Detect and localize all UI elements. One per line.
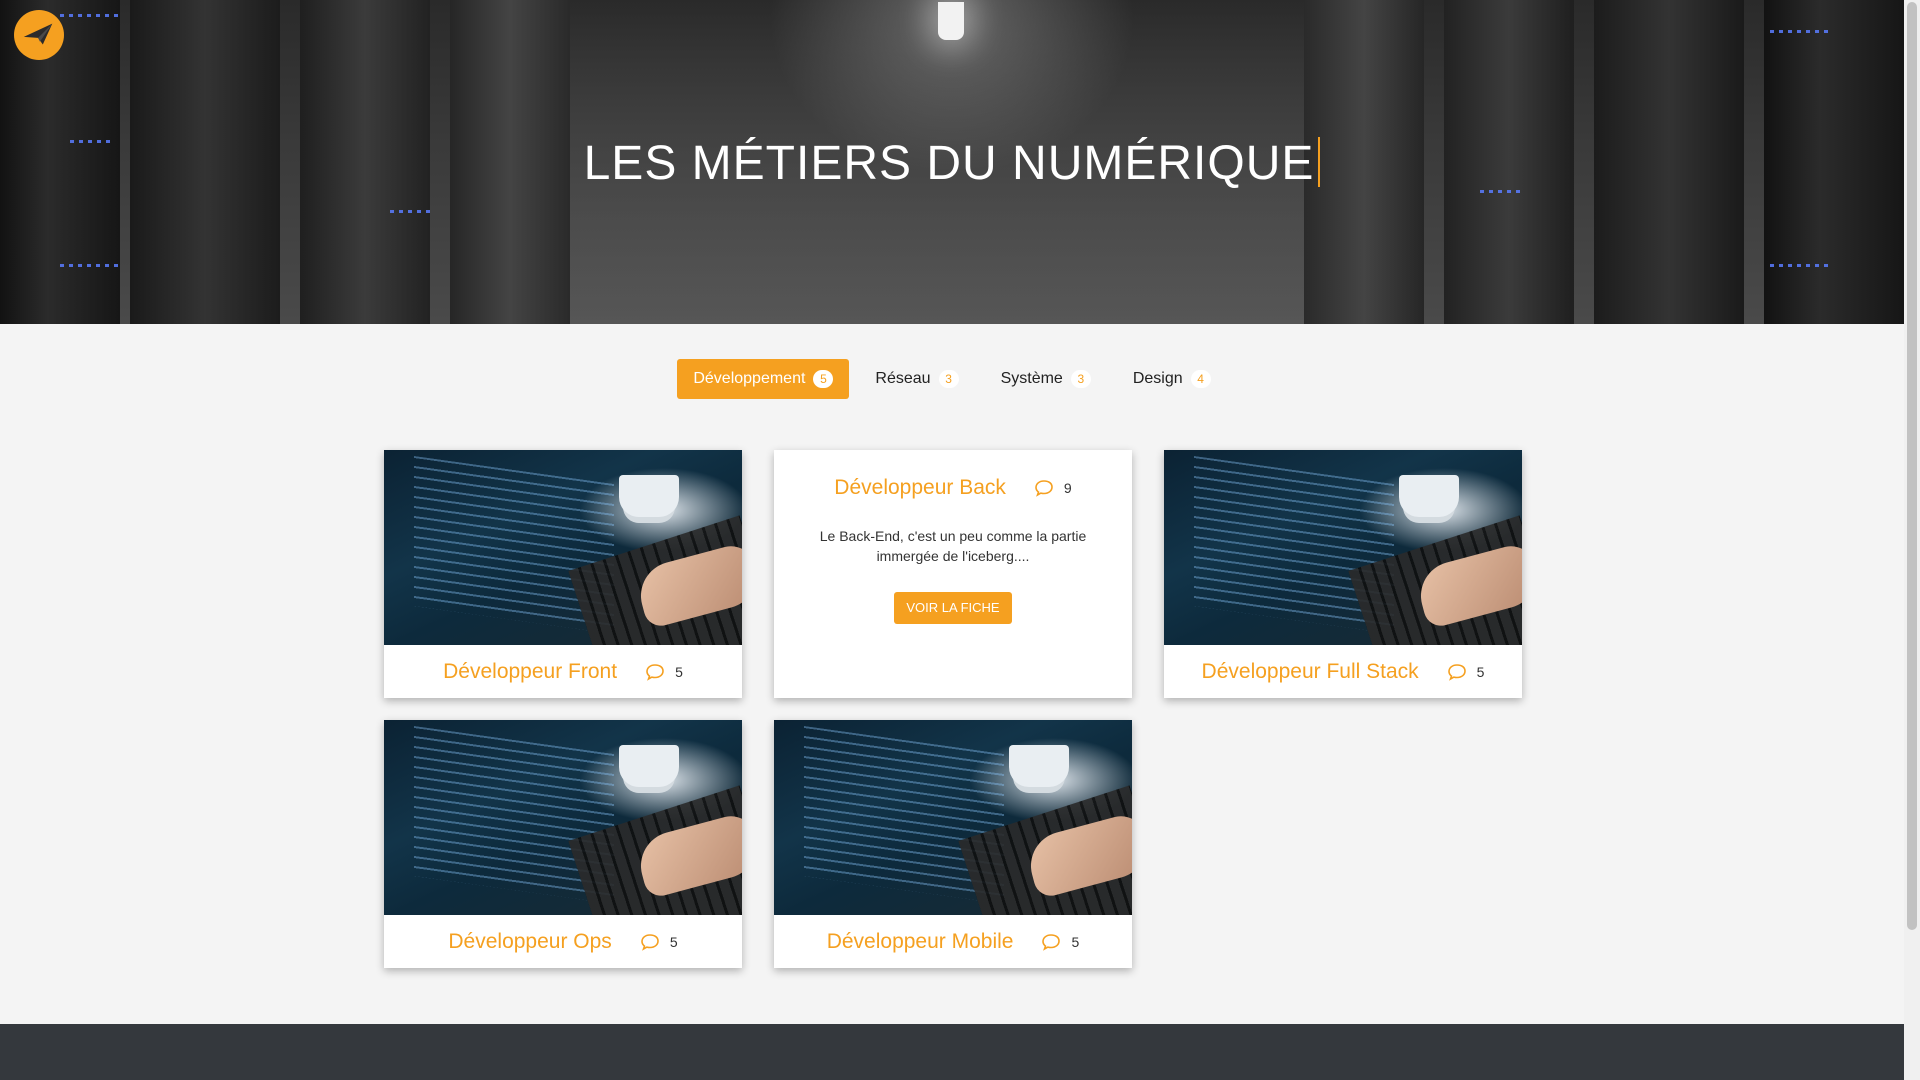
page-scrollbar[interactable]: [1904, 0, 1920, 1080]
comment-count: 5: [1447, 663, 1485, 681]
typing-caret: [1318, 137, 1321, 187]
tab-developpement[interactable]: Développement 5: [677, 359, 850, 399]
job-card-image: [384, 720, 742, 915]
job-card-description: Le Back-End, c'est un peu comme la parti…: [819, 528, 1087, 564]
job-card-title[interactable]: Développeur Mobile: [827, 930, 1014, 954]
tab-count-badge: 3: [1070, 370, 1091, 388]
site-logo[interactable]: [14, 10, 64, 60]
job-card-title[interactable]: Développeur Full Stack: [1202, 660, 1419, 684]
job-card-back[interactable]: Développeur Back 9 Le Back-End, c'est un…: [774, 450, 1132, 698]
comment-count-value: 5: [1476, 663, 1485, 680]
comment-count-value: 5: [1071, 933, 1080, 950]
job-card-fullstack[interactable]: Développeur Full Stack 5: [1164, 450, 1522, 698]
job-card-ops[interactable]: Développeur Ops 5: [384, 720, 742, 968]
tab-count-badge: 3: [938, 370, 959, 388]
comment-count: 5: [1041, 933, 1079, 951]
hero-bg-leds: [1770, 30, 1830, 33]
tab-design[interactable]: Design 4: [1117, 359, 1227, 399]
scrollbar-thumb[interactable]: [1907, 2, 1917, 930]
tab-reseau[interactable]: Réseau 3: [859, 359, 974, 399]
job-card-caption: Développeur Ops 5: [384, 915, 742, 968]
tab-label: Système: [1000, 370, 1063, 387]
job-card-image: [384, 450, 742, 645]
job-card-caption: Développeur Full Stack 5: [1164, 645, 1522, 698]
tab-count-badge: 4: [1190, 370, 1211, 388]
image-cup: [619, 745, 679, 787]
job-card-caption: Développeur Front 5: [384, 645, 742, 698]
comment-count-value: 5: [669, 933, 678, 950]
category-tabs: Développement 5 Réseau 3 Système 3 Desig…: [0, 359, 1904, 399]
comment-icon: [1035, 480, 1053, 497]
page-footer: [0, 1024, 1904, 1080]
job-card-mobile[interactable]: Développeur Mobile 5: [774, 720, 1132, 968]
hero-banner: LES MÉTIERS DU NUMÉRIQUE: [0, 0, 1904, 324]
job-card-image: [774, 720, 1132, 915]
tab-count-badge: 5: [813, 370, 834, 388]
page-title: LES MÉTIERS DU NUMÉRIQUE: [0, 136, 1904, 191]
comment-icon: [1042, 933, 1061, 951]
hero-bg-ceiling-light: [938, 2, 964, 40]
job-card-title[interactable]: Développeur Front: [443, 660, 617, 684]
job-card-image: [1164, 450, 1522, 645]
job-card-title[interactable]: Développeur Back: [834, 476, 1006, 500]
view-sheet-button[interactable]: VOIR LA FICHE: [894, 592, 1012, 624]
image-cup: [1399, 475, 1459, 517]
hero-bg-leds: [390, 210, 430, 213]
job-card-title[interactable]: Développeur Ops: [448, 930, 611, 954]
job-card-caption: Développeur Mobile 5: [774, 915, 1132, 968]
comment-icon: [646, 663, 664, 681]
tab-label: Design: [1132, 370, 1183, 387]
comment-count: 5: [640, 933, 678, 951]
tab-systeme[interactable]: Système 3: [985, 359, 1107, 399]
image-cup: [1009, 745, 1069, 787]
comment-count: 5: [645, 663, 683, 681]
hero-bg-leds: [60, 14, 120, 17]
hero-bg-leds: [60, 264, 120, 267]
comment-count: 9: [1034, 479, 1072, 497]
job-card-caption: Développeur Back 9: [812, 476, 1094, 500]
comment-count-value: 9: [1063, 480, 1072, 496]
image-cup: [619, 475, 679, 517]
job-card-front[interactable]: Développeur Front 5: [384, 450, 742, 698]
comment-count-value: 5: [675, 663, 683, 680]
tab-label: Développement: [693, 370, 806, 387]
hero-bg-leds: [1770, 264, 1830, 267]
paper-plane-icon: [23, 23, 53, 45]
comment-icon: [1447, 663, 1466, 681]
tab-label: Réseau: [875, 370, 931, 387]
comment-icon: [641, 933, 659, 951]
